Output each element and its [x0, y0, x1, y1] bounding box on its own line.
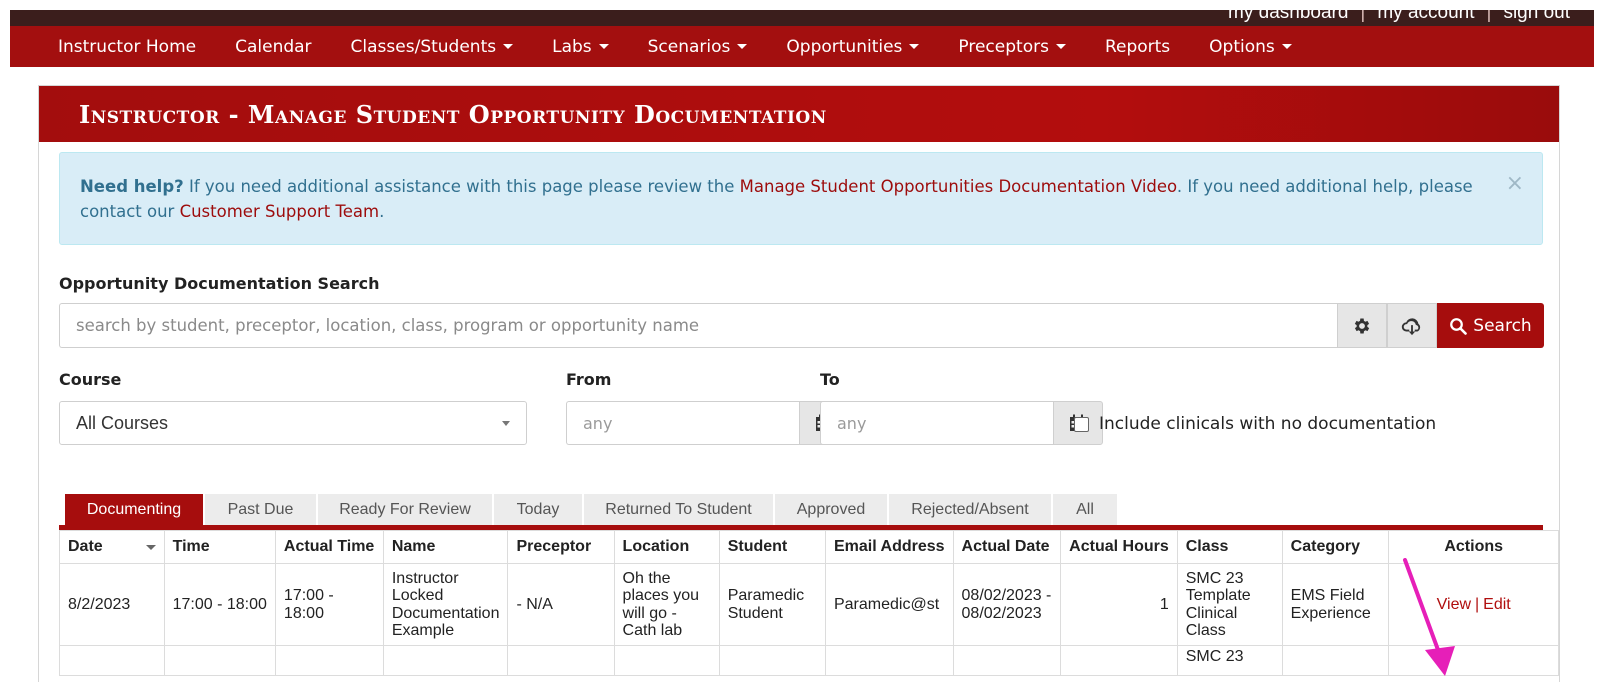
help-alert: Need help? If you need additional assist…: [59, 152, 1543, 245]
alert-heading: Need help?: [80, 177, 184, 196]
cell-preceptor: - N/A: [507, 563, 615, 646]
app-frame: my dashboard | my account | sign out Instruc…: [10, 10, 1594, 682]
tab-returned-to-student[interactable]: Returned To Student: [584, 494, 773, 525]
tab-rejected-absent[interactable]: Rejected/Absent: [889, 494, 1051, 525]
close-icon[interactable]: ×: [1506, 173, 1524, 195]
column-header-location[interactable]: Location: [613, 530, 720, 564]
column-header-actions: Actions: [1388, 530, 1559, 564]
from-date-group: [566, 401, 849, 445]
cell-class: SMC 23: [1176, 645, 1283, 676]
sign-out-link[interactable]: sign out: [1503, 10, 1570, 24]
caret-down-icon: [503, 44, 514, 49]
search-input[interactable]: [59, 303, 1337, 348]
column-header-preceptor[interactable]: Preceptor: [507, 530, 615, 564]
view-link[interactable]: View: [1437, 596, 1471, 613]
cell-actual-date: 08/02/2023 - 08/02/2023: [952, 563, 1062, 646]
nav-classes-students[interactable]: Classes/Students: [351, 37, 514, 57]
nav-reports[interactable]: Reports: [1105, 37, 1170, 57]
sort-caret-icon: [145, 545, 156, 550]
search-label: Opportunity Documentation Search: [59, 274, 380, 293]
download-button[interactable]: [1387, 303, 1437, 348]
cell-name: Instructor Locked Documentation Example: [382, 563, 509, 646]
documentation-table: Date Time Actual Time Name Preceptor Loc…: [59, 530, 1559, 676]
tab-all[interactable]: All: [1053, 494, 1117, 525]
column-header-actual-hours[interactable]: Actual Hours: [1060, 530, 1178, 564]
to-label: To: [820, 370, 840, 389]
course-select-value: All Courses: [76, 412, 169, 433]
nav-preceptors[interactable]: Preceptors: [958, 37, 1066, 57]
cell-student: Paramedic Student: [718, 563, 826, 646]
utility-links: my dashboard | my account | sign out: [1228, 10, 1570, 24]
table-header-row: Date Time Actual Time Name Preceptor Loc…: [59, 530, 1559, 564]
caret-down-icon: [1055, 44, 1066, 49]
column-header-name[interactable]: Name: [382, 530, 509, 564]
cell-date: 8/2/2023: [59, 563, 165, 646]
include-no-documentation-label: Include clinicals with no documentation: [1099, 414, 1437, 434]
my-dashboard-link[interactable]: my dashboard: [1228, 10, 1348, 24]
course-select[interactable]: All Courses: [59, 401, 527, 445]
column-header-category[interactable]: Category: [1281, 530, 1390, 564]
caret-down-icon: [737, 44, 748, 49]
tab-today[interactable]: Today: [494, 494, 582, 525]
column-header-actual-date[interactable]: Actual Date: [952, 530, 1062, 564]
nav-scenarios[interactable]: Scenarios: [648, 37, 748, 57]
course-label: Course: [59, 370, 122, 389]
cell-actions: View | Edit: [1388, 563, 1559, 646]
nav-options[interactable]: Options: [1209, 37, 1292, 57]
dropdown-arrow-icon: [502, 420, 510, 426]
tab-ready-for-review[interactable]: Ready For Review: [318, 494, 492, 525]
table-row: SMC 23: [59, 645, 1559, 676]
cell-actual-time: 17:00 - 18:00: [274, 563, 384, 646]
table-row: 8/2/2023 17:00 - 18:00 17:00 - 18:00 Ins…: [59, 563, 1559, 646]
main-nav: Instructor Home Calendar Classes/Student…: [10, 26, 1594, 67]
caret-down-icon: [1281, 44, 1292, 49]
panel-header: Instructor - Manage Student Opportunity …: [39, 86, 1559, 142]
cell-class: SMC 23 Template Clinical Class: [1176, 563, 1283, 646]
from-date-input[interactable]: [566, 401, 799, 445]
search-icon: [1450, 317, 1468, 335]
nav-opportunities[interactable]: Opportunities: [786, 37, 920, 57]
column-header-time[interactable]: Time: [163, 530, 276, 564]
column-header-email[interactable]: Email Address: [824, 530, 954, 564]
column-header-student[interactable]: Student: [718, 530, 826, 564]
column-header-class[interactable]: Class: [1176, 530, 1283, 564]
edit-link[interactable]: Edit: [1483, 596, 1511, 613]
customer-support-link[interactable]: Customer Support Team: [180, 202, 379, 221]
tab-documenting[interactable]: Documenting: [65, 494, 203, 525]
cell-time: 17:00 - 18:00: [163, 563, 276, 646]
cell-email: Paramedic@st: [824, 563, 954, 646]
to-date-input[interactable]: [820, 401, 1053, 445]
my-account-link[interactable]: my account: [1377, 10, 1474, 24]
caret-down-icon: [909, 44, 920, 49]
top-utility-bar: my dashboard | my account | sign out: [10, 10, 1594, 26]
include-no-documentation-checkbox[interactable]: [1074, 416, 1089, 432]
page-title: Instructor - Manage Student Opportunity …: [79, 99, 827, 129]
cell-location: Oh the places you will go - Cath lab: [613, 563, 720, 646]
tab-past-due[interactable]: Past Due: [205, 494, 316, 525]
search-bar: Search: [59, 303, 1544, 348]
nav-calendar[interactable]: Calendar: [235, 37, 311, 57]
search-button[interactable]: Search: [1437, 303, 1544, 348]
column-header-date[interactable]: Date: [59, 530, 165, 564]
cloud-download-icon: [1401, 317, 1421, 335]
from-label: From: [566, 370, 612, 389]
include-no-documentation-option: Include clinicals with no documentation: [1074, 414, 1436, 434]
cell-actual-hours: 1: [1060, 563, 1178, 646]
settings-button[interactable]: [1337, 303, 1387, 348]
cell-category: EMS Field Experience: [1281, 563, 1390, 646]
nav-labs[interactable]: Labs: [552, 37, 609, 57]
status-tabs: Documenting Past Due Ready For Review To…: [65, 494, 1119, 525]
gear-icon: [1354, 318, 1370, 333]
column-header-actual-time[interactable]: Actual Time: [274, 530, 384, 564]
main-panel: Instructor - Manage Student Opportunity …: [38, 85, 1560, 682]
help-video-link[interactable]: Manage Student Opportunities Documentati…: [740, 177, 1177, 196]
tab-approved[interactable]: Approved: [775, 494, 887, 525]
caret-down-icon: [598, 44, 609, 49]
nav-instructor-home[interactable]: Instructor Home: [58, 37, 196, 57]
to-date-group: [820, 401, 1103, 445]
